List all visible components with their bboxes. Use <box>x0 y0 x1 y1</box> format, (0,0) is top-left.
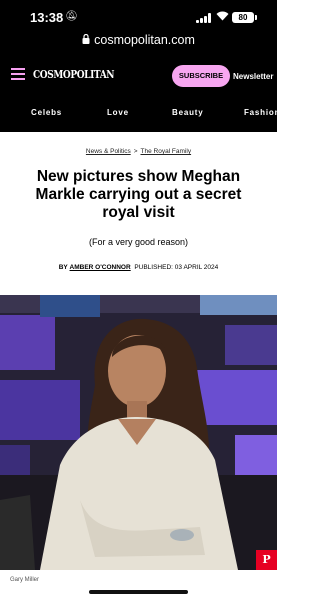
site-logo[interactable]: COSMOPOLITAN <box>33 68 115 81</box>
article-dek: (For a very good reason) <box>88 237 189 247</box>
url-text: cosmopolitan.com <box>94 33 195 47</box>
photo-credit: Gary Miller <box>10 577 40 583</box>
status-bar: 13:38 🔕︎ 80 <box>0 0 277 30</box>
published-date: 03 APRIL 2024 <box>174 264 219 271</box>
hamburger-menu-icon[interactable] <box>11 68 25 80</box>
category-nav: Celebs Love Beauty Fashion <box>0 108 280 122</box>
category-celebs[interactable]: Celebs <box>31 108 62 117</box>
status-time: 13:38 <box>30 10 64 25</box>
pinterest-icon[interactable]: P <box>256 550 277 570</box>
category-beauty[interactable]: Beauty <box>172 108 203 117</box>
article-headline: New pictures show Meghan Markle carrying… <box>35 168 242 221</box>
url-bar[interactable]: cosmopolitan.com <box>0 33 277 51</box>
breadcrumb-separator: > <box>133 148 138 155</box>
battery-cap <box>255 15 257 20</box>
article-hero-image <box>0 295 277 570</box>
lock-icon <box>82 33 90 47</box>
home-indicator <box>89 590 188 594</box>
wifi-icon <box>216 11 229 24</box>
author-link[interactable]: AMBER O'CONNOR <box>70 264 131 271</box>
breadcrumb-news-politics[interactable]: News & Politics <box>86 148 131 155</box>
bell-mute-icon: 🔕︎ <box>65 11 78 22</box>
site-header-area: 13:38 🔕︎ 80 cosmopolitan.com COSMOPOLITA… <box>0 0 280 132</box>
byline: BY AMBER O'CONNOR PUBLISHED: 03 APRIL 20… <box>0 264 277 271</box>
site-nav: COSMOPOLITAN SUBSCRIBE Newsletter <box>0 62 277 90</box>
published-label: PUBLISHED: <box>134 264 173 271</box>
newsletter-link[interactable]: Newsletter <box>233 72 273 81</box>
breadcrumb: News & Politics > The Royal Family <box>0 148 277 155</box>
byline-prefix: BY <box>58 264 68 271</box>
category-love[interactable]: Love <box>107 108 129 117</box>
breadcrumb-royal-family[interactable]: The Royal Family <box>141 148 192 155</box>
subscribe-button[interactable]: SUBSCRIBE <box>172 65 230 87</box>
battery-icon: 80 <box>232 12 254 23</box>
category-fashion[interactable]: Fashion <box>244 108 280 117</box>
signal-icon <box>196 13 212 23</box>
